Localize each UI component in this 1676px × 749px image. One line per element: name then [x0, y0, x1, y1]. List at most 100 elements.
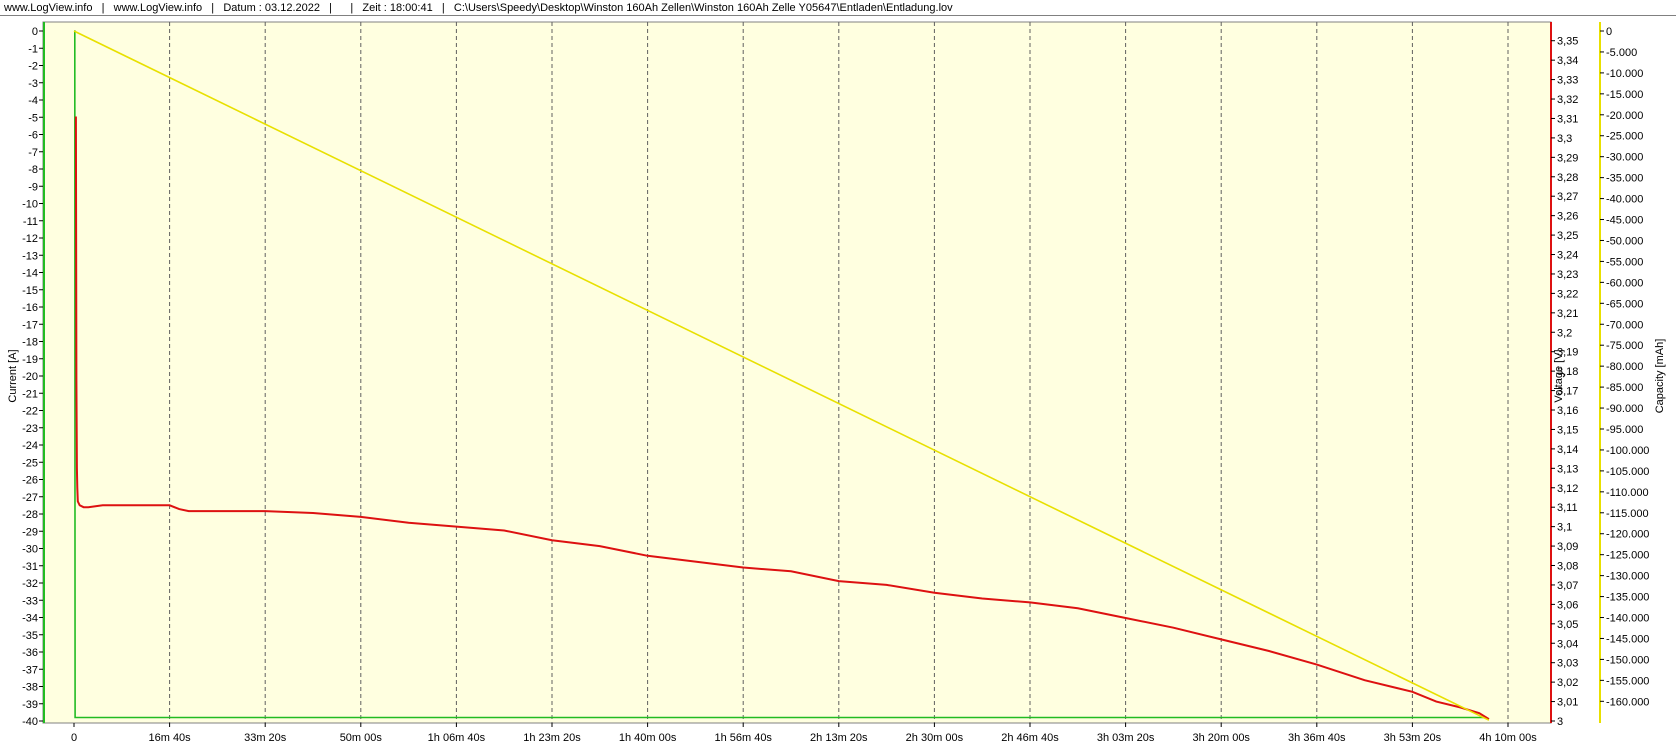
- capacity-tick-label: -80.000: [1606, 361, 1643, 373]
- x-tick-label: 3h 53m 20s: [1384, 732, 1442, 744]
- capacity-tick-label: -105.000: [1606, 466, 1649, 478]
- x-tick-label: 3h 36m 40s: [1288, 732, 1346, 744]
- capacity-tick-label: -115.000: [1606, 508, 1649, 520]
- capacity-axis-title: Capacity [mAh]: [1654, 339, 1666, 414]
- x-tick-label: 2h 13m 20s: [810, 732, 868, 744]
- capacity-tick-label: -150.000: [1606, 654, 1649, 666]
- current-tick-label: -21: [22, 388, 38, 400]
- current-tick-label: -4: [28, 95, 38, 107]
- current-tick-label: -1: [28, 43, 38, 55]
- current-tick-label: -36: [22, 647, 38, 659]
- x-tick-label: 1h 06m 40s: [428, 732, 486, 744]
- capacity-tick-label: -90.000: [1606, 403, 1643, 415]
- current-tick-label: -7: [28, 147, 38, 159]
- current-tick-label: -38: [22, 682, 38, 694]
- voltage-tick-label: 3,13: [1557, 463, 1578, 475]
- capacity-tick-label: -25.000: [1606, 131, 1643, 143]
- voltage-tick-label: 3,11: [1557, 502, 1578, 514]
- current-tick-label: -6: [28, 130, 38, 142]
- voltage-tick-label: 3,01: [1557, 697, 1578, 709]
- chart: 0 16m 40s 33m 20s 50m 00s 1h 06m 40s 1h 23m 2…: [7, 21, 1666, 744]
- voltage-tick-label: 3,15: [1557, 424, 1578, 436]
- capacity-tick-label: -145.000: [1606, 633, 1649, 645]
- x-tick-label: 2h 30m 00s: [906, 732, 964, 744]
- current-tick-label: -19: [22, 354, 38, 366]
- x-tick-label: 33m 20s: [244, 732, 287, 744]
- current-tick-label: -10: [22, 199, 38, 211]
- capacity-tick-label: -100.000: [1606, 445, 1649, 457]
- current-tick-label: -14: [22, 268, 38, 280]
- voltage-tick-label: 3,24: [1557, 250, 1578, 262]
- voltage-tick-label: 3,14: [1557, 444, 1578, 456]
- x-tick-label: 3h 20m 00s: [1192, 732, 1250, 744]
- current-tick-label: -29: [22, 526, 38, 538]
- current-tick-label: -5: [28, 112, 38, 124]
- current-tick-label: -40: [22, 716, 38, 728]
- capacity-tick-label: -5.000: [1606, 47, 1637, 59]
- voltage-tick-label: 3,04: [1557, 638, 1578, 650]
- voltage-tick-label: 3,28: [1557, 172, 1578, 184]
- voltage-tick-label: 3,23: [1557, 269, 1578, 281]
- voltage-tick-label: 3,1: [1557, 522, 1572, 534]
- capacity-tick-label: -55.000: [1606, 256, 1643, 268]
- current-tick-label: -37: [22, 664, 38, 676]
- current-tick-label: -18: [22, 337, 38, 349]
- current-tick-label: -17: [22, 319, 38, 331]
- current-tick-label: -39: [22, 699, 38, 711]
- x-tick-label: 3h 03m 20s: [1097, 732, 1155, 744]
- current-tick-label: -12: [22, 233, 38, 245]
- voltage-axis-title: Voltage [V]: [1553, 349, 1565, 402]
- capacity-tick-label: -155.000: [1606, 675, 1649, 687]
- voltage-tick-label: 3,07: [1557, 580, 1578, 592]
- x-tick-label: 50m 00s: [340, 732, 383, 744]
- voltage-tick-label: 3,21: [1557, 308, 1578, 320]
- current-tick-label: -28: [22, 509, 38, 521]
- capacity-tick-label: -140.000: [1606, 613, 1649, 625]
- capacity-tick-label: -120.000: [1606, 529, 1649, 541]
- current-tick-label: -26: [22, 475, 38, 487]
- capacity-tick-label: -30.000: [1606, 152, 1643, 164]
- capacity-tick-label: -15.000: [1606, 89, 1643, 101]
- capacity-tick-label: -85.000: [1606, 382, 1643, 394]
- current-tick-label: -3: [28, 78, 38, 90]
- voltage-tick-label: 3,22: [1557, 288, 1578, 300]
- capacity-tick-label: -135.000: [1606, 592, 1649, 604]
- current-tick-label: -9: [28, 181, 38, 193]
- current-tick-label: -32: [22, 578, 38, 590]
- voltage-tick-label: 3,32: [1557, 94, 1578, 106]
- voltage-tick-label: 3,09: [1557, 541, 1578, 553]
- voltage-tick-label: 3,12: [1557, 483, 1578, 495]
- capacity-tick-label: -20.000: [1606, 110, 1643, 122]
- capacity-tick-label: -75.000: [1606, 340, 1643, 352]
- voltage-tick-label: 3,16: [1557, 405, 1578, 417]
- current-tick-label: -2: [28, 61, 38, 73]
- current-axis-title: Current [A]: [7, 349, 19, 402]
- capacity-tick-label: -70.000: [1606, 319, 1643, 331]
- voltage-tick-label: 3,3: [1557, 133, 1572, 145]
- voltage-tick-label: 3,34: [1557, 55, 1578, 67]
- capacity-tick-label: -65.000: [1606, 298, 1643, 310]
- current-tick-label: -33: [22, 595, 38, 607]
- capacity-tick-label: -10.000: [1606, 68, 1643, 80]
- voltage-tick-label: 3,33: [1557, 75, 1578, 87]
- voltage-tick-label: 3,02: [1557, 677, 1578, 689]
- capacity-tick-label: -160.000: [1606, 696, 1649, 708]
- capacity-tick-label: -35.000: [1606, 173, 1643, 185]
- capacity-tick-label: -110.000: [1606, 487, 1649, 499]
- x-tick-label: 1h 56m 40s: [714, 732, 772, 744]
- current-tick-label: -15: [22, 285, 38, 297]
- current-tick-label: -16: [22, 302, 38, 314]
- voltage-tick-label: 3,27: [1557, 191, 1578, 203]
- capacity-tick-label: -45.000: [1606, 215, 1643, 227]
- current-tick-label: -8: [28, 164, 38, 176]
- x-tick-label: 1h 23m 20s: [523, 732, 581, 744]
- x-tick-label: 0: [71, 732, 77, 744]
- voltage-tick-label: 3,05: [1557, 619, 1578, 631]
- voltage-tick-label: 3,2: [1557, 327, 1572, 339]
- x-tick-label: 1h 40m 00s: [619, 732, 677, 744]
- current-tick-label: -20: [22, 371, 38, 383]
- voltage-tick-label: 3,08: [1557, 561, 1578, 573]
- x-tick-label: 4h 10m 00s: [1479, 732, 1537, 744]
- capacity-tick-label: -130.000: [1606, 571, 1649, 583]
- current-tick-label: -22: [22, 406, 38, 418]
